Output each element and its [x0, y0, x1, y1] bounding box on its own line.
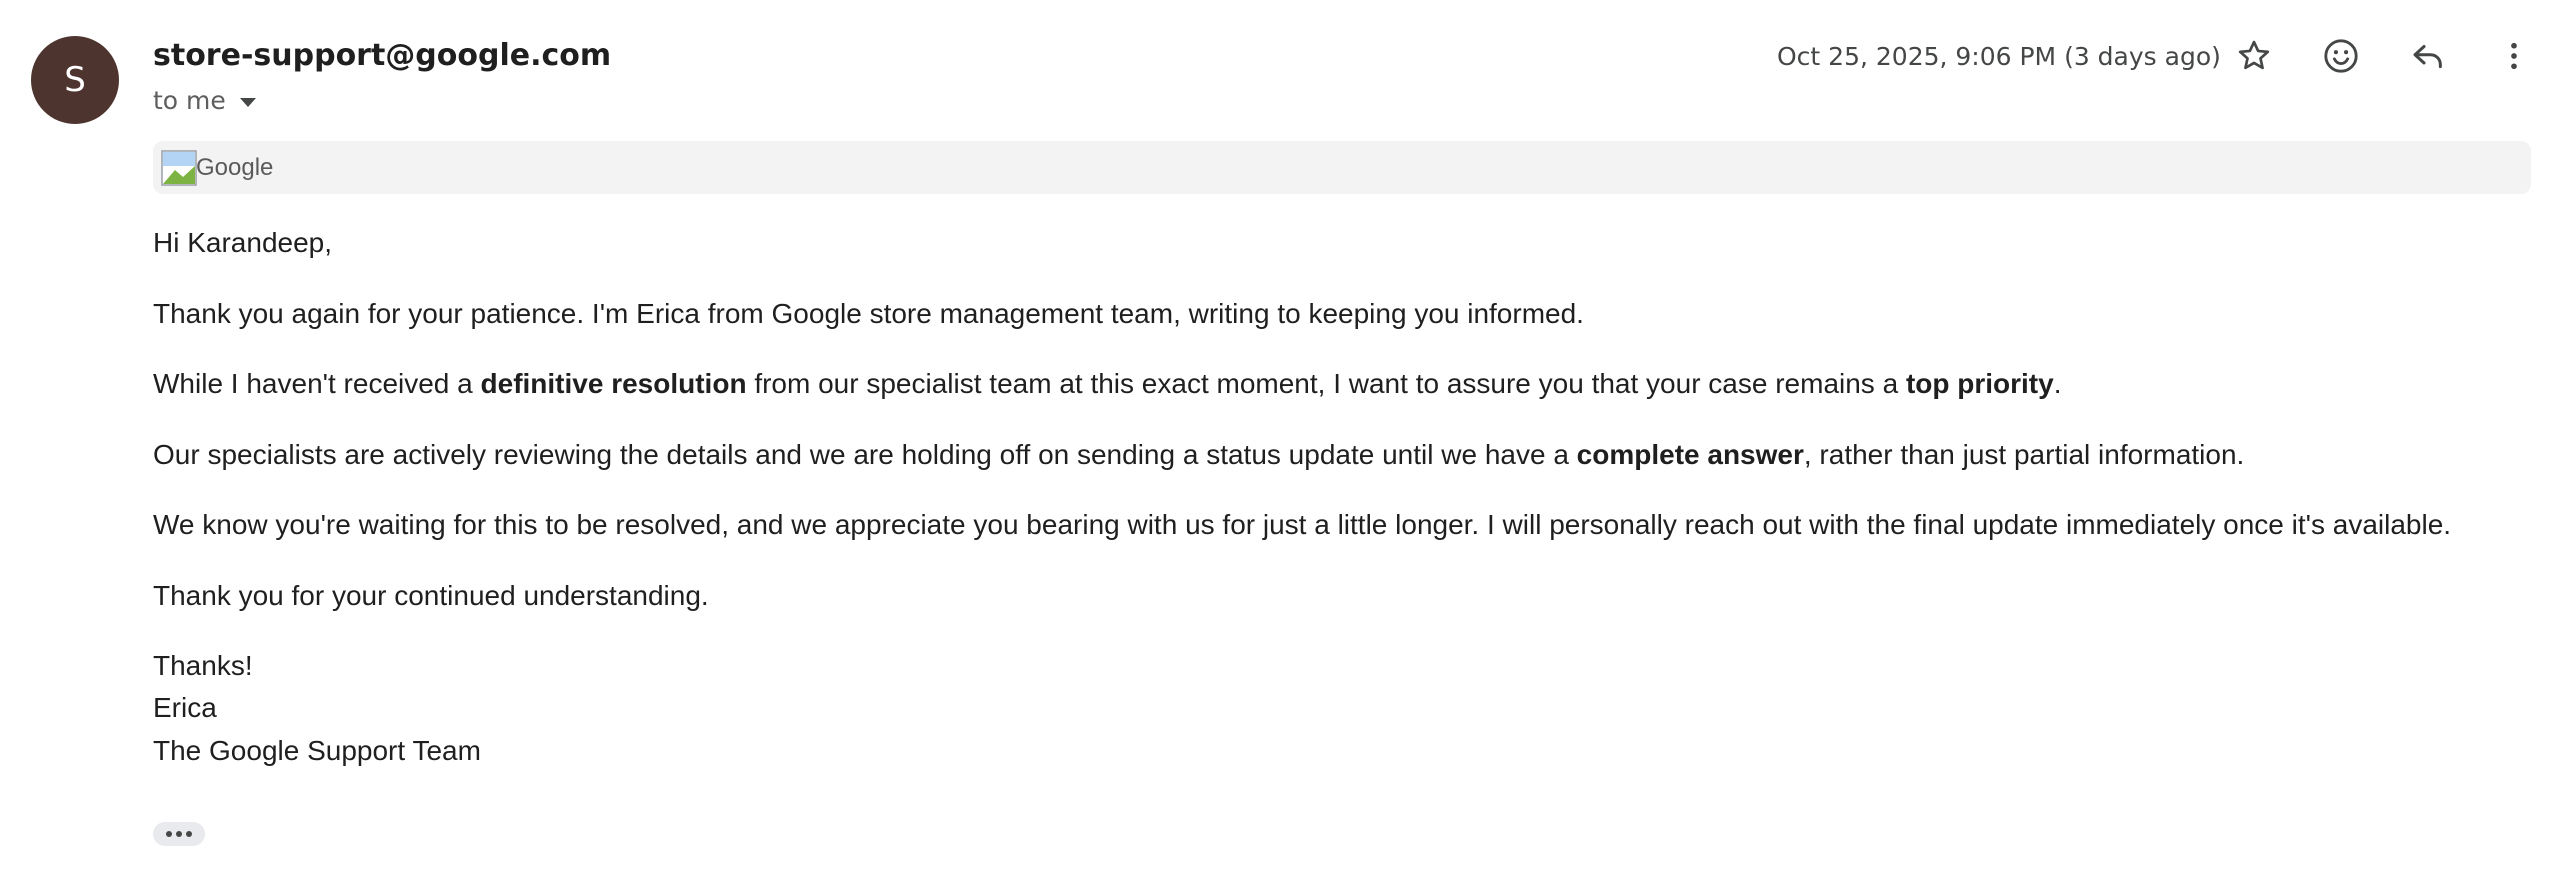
reply-button[interactable]: [2402, 30, 2454, 82]
add-reaction-button[interactable]: [2315, 30, 2367, 82]
more-options-button[interactable]: [2488, 30, 2540, 82]
ellipsis-dot: [176, 831, 182, 837]
reply-icon: [2413, 44, 2442, 69]
recipients-toggle[interactable]: to me: [153, 84, 256, 118]
logo-alt-text: Google: [196, 154, 274, 181]
sender-avatar[interactable]: S: [31, 36, 119, 124]
paragraph-waiting: We know you're waiting for this to be re…: [153, 509, 2452, 540]
ellipsis-dot: [166, 831, 172, 837]
star-button[interactable]: [2228, 30, 2280, 82]
star-icon: [2238, 40, 2270, 70]
paragraph-review: Our specialists are actively reviewing t…: [153, 439, 2245, 470]
show-trimmed-content-button[interactable]: [153, 822, 205, 846]
to-me-label: to me: [153, 86, 226, 115]
emoji-icon: [2324, 39, 2358, 73]
ellipsis-dot: [186, 831, 192, 837]
chevron-down-icon: [239, 97, 256, 107]
sender-email[interactable]: store-support@google.com: [153, 36, 611, 76]
email-banner: Google: [153, 141, 2531, 194]
greeting: Hi Karandeep,: [153, 227, 333, 258]
broken-image-icon: [161, 150, 197, 186]
message-date: Oct 25, 2025, 9:06 PM (3 days ago): [1777, 42, 2221, 71]
paragraph-thanks: Thank you for your continued understandi…: [153, 580, 709, 611]
signer-name: Erica: [153, 692, 217, 723]
more-vert-icon: [2511, 42, 2517, 70]
paragraph-status: While I haven't received a definitive re…: [153, 368, 2062, 399]
signer-team: The Google Support Team: [153, 735, 481, 766]
paragraph-intro: Thank you again for your patience. I'm E…: [153, 298, 1584, 329]
signoff: Thanks!: [153, 650, 253, 681]
